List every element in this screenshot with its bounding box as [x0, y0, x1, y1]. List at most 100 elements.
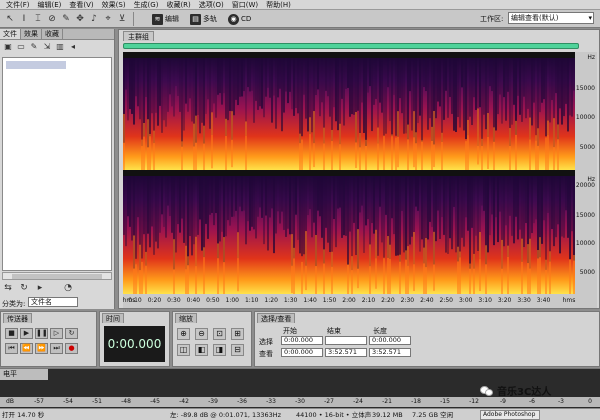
level-tab[interactable]: 电平: [0, 369, 48, 380]
view-length-field[interactable]: 3:52.571: [369, 348, 411, 357]
selection-length-field[interactable]: 0:00.000: [369, 336, 411, 345]
multitrack-mode-label: 多轨: [203, 15, 217, 23]
time-select-icon[interactable]: I: [18, 13, 30, 25]
edit-mode-button[interactable]: ≋ 编辑: [152, 13, 179, 25]
hz-tick: 5000: [579, 269, 595, 276]
zoom-tab[interactable]: 缩放: [175, 313, 197, 323]
insert-icon[interactable]: ⇲: [42, 42, 52, 52]
menu-options[interactable]: 选项(O): [195, 0, 228, 10]
preview-icon[interactable]: ▸: [34, 282, 46, 294]
menu-effects[interactable]: 效果(S): [98, 0, 130, 10]
view-start-field[interactable]: 0:00.000: [281, 348, 323, 357]
scrollbar-thumb[interactable]: [12, 274, 102, 279]
play-button[interactable]: ▶: [20, 328, 33, 339]
time-tick: 1:40: [303, 297, 317, 304]
record-button[interactable]: ●: [65, 343, 78, 354]
view-end-field[interactable]: 3:52.571: [325, 348, 367, 357]
auto-play-icon[interactable]: ⇆: [2, 282, 14, 294]
workspace-select[interactable]: 编辑查看(默认): [508, 12, 594, 24]
spectrogram-right-channel[interactable]: [123, 176, 575, 294]
loop-button[interactable]: ↻: [65, 328, 78, 339]
move-icon[interactable]: ✥: [74, 13, 86, 25]
db-tick: -15: [440, 398, 450, 405]
menu-generate[interactable]: 生成(G): [130, 0, 163, 10]
cd-mode-button[interactable]: ◉ CD: [228, 13, 251, 25]
tab-effects[interactable]: 效果: [21, 29, 42, 39]
volume-icon[interactable]: ◔: [62, 282, 74, 294]
import-icon[interactable]: ▣: [3, 42, 13, 52]
sort-select[interactable]: 文件名: [28, 297, 78, 307]
heal-icon[interactable]: ⌖: [102, 13, 114, 25]
rewind-button[interactable]: ⏪: [20, 343, 33, 354]
selection-end-field[interactable]: [325, 336, 367, 345]
time-tab[interactable]: 时间: [102, 313, 124, 323]
overview-bar[interactable]: [123, 43, 579, 49]
go-end-button[interactable]: ⏭: [50, 343, 63, 354]
hz-tick: 15000: [575, 212, 595, 219]
db-tick: -33: [266, 398, 276, 405]
zoom-out-horizontal-icon[interactable]: ⊖: [195, 328, 208, 340]
taskbar-item[interactable]: Adobe Photoshop: [480, 410, 540, 420]
menu-view[interactable]: 查看(V): [65, 0, 97, 10]
pause-button[interactable]: ❚❚: [35, 328, 48, 339]
file-list[interactable]: [2, 57, 112, 271]
time-body: 0:00.000: [102, 324, 167, 364]
fast-forward-button[interactable]: ⏩: [35, 343, 48, 354]
selection-view-tab[interactable]: 选择/查看: [257, 313, 296, 323]
menu-favorites[interactable]: 收藏(R): [162, 0, 194, 10]
zoom-selection-icon[interactable]: ◫: [177, 344, 190, 356]
close-file-icon[interactable]: ▭: [16, 42, 26, 52]
tab-favorites[interactable]: 收藏: [42, 29, 63, 39]
time-tick: 1:30: [283, 297, 298, 304]
time-tick: 1:20: [264, 297, 278, 304]
files-panel-tabs: 文件 效果 收藏: [0, 29, 114, 40]
time-ruler[interactable]: hms 0:10 0:20 0:30 0:40 0:50 1:00 1:10 1:20 1:30 1…: [123, 294, 597, 308]
hz-tick: 10000: [575, 114, 595, 121]
selection-start-field[interactable]: 0:00.000: [281, 336, 323, 345]
play-file-icon[interactable]: ◂: [68, 42, 78, 52]
watermark: 音乐3C达人: [480, 383, 551, 398]
status-format: 44100 • 16-bit • 立体声: [296, 411, 372, 419]
zoom-in-horizontal-icon[interactable]: ⊕: [177, 328, 190, 340]
zoom-left-edge-icon[interactable]: ◧: [195, 344, 208, 356]
play-to-end-button[interactable]: ▷: [50, 328, 63, 339]
spectrogram-left-channel[interactable]: [123, 58, 575, 170]
zoom-in-vertical-icon[interactable]: ⊞: [231, 328, 244, 340]
main-group-tab[interactable]: 主群组: [123, 31, 154, 41]
menu-edit[interactable]: 编辑(E): [34, 0, 66, 10]
spectral-display[interactable]: Hz 15000 10000 5000 Hz 20000 15000 10000…: [123, 52, 597, 308]
sort-label: 分类为:: [2, 300, 26, 308]
db-tick: -42: [179, 398, 189, 405]
menu-file[interactable]: 文件(F): [2, 0, 34, 10]
tab-files[interactable]: 文件: [0, 29, 21, 39]
watermark-text: 音乐3C达人: [497, 387, 552, 398]
db-tick: -3: [558, 398, 564, 405]
cursor-icon[interactable]: ↖: [4, 13, 16, 25]
time-tick: 2:40: [420, 297, 434, 304]
multitrack-mode-button[interactable]: ▤ 多轨: [190, 13, 217, 25]
time-tick: 0:50: [206, 297, 220, 304]
db-tick: -21: [382, 398, 392, 405]
loop-icon[interactable]: ↻: [18, 282, 30, 294]
menu-window[interactable]: 窗口(W): [228, 0, 262, 10]
marquee-icon[interactable]: ⌶: [32, 13, 44, 25]
time-display: 0:00.000: [104, 326, 165, 362]
menu-help[interactable]: 帮助(H): [262, 0, 295, 10]
edit-file-icon[interactable]: ✎: [29, 42, 39, 52]
stop-button[interactable]: ■: [5, 328, 18, 339]
brush-icon[interactable]: ✎: [60, 13, 72, 25]
zoom-right-edge-icon[interactable]: ◨: [213, 344, 226, 356]
razor-icon[interactable]: ⊻: [116, 13, 128, 25]
zoom-out-vertical-icon[interactable]: ⊟: [231, 344, 244, 356]
zoom-full-icon[interactable]: ⊡: [213, 328, 226, 340]
multitrack-insert-icon[interactable]: ▥: [55, 42, 65, 52]
file-list-scrollbar[interactable]: [2, 272, 112, 280]
go-start-button[interactable]: ⏮: [5, 343, 18, 354]
lasso-icon[interactable]: ⊘: [46, 13, 58, 25]
time-panel: 时间 0:00.000: [99, 311, 170, 367]
time-tick: 3:10: [478, 297, 492, 304]
scrub-icon[interactable]: ♪: [88, 13, 100, 25]
list-item[interactable]: [6, 61, 66, 69]
level-scale: dB -57 -54 -51 -48 -45 -42 -39 -36 -33 -30 -27 -24 -2…: [0, 397, 600, 407]
transport-tab[interactable]: 传送器: [3, 313, 32, 323]
